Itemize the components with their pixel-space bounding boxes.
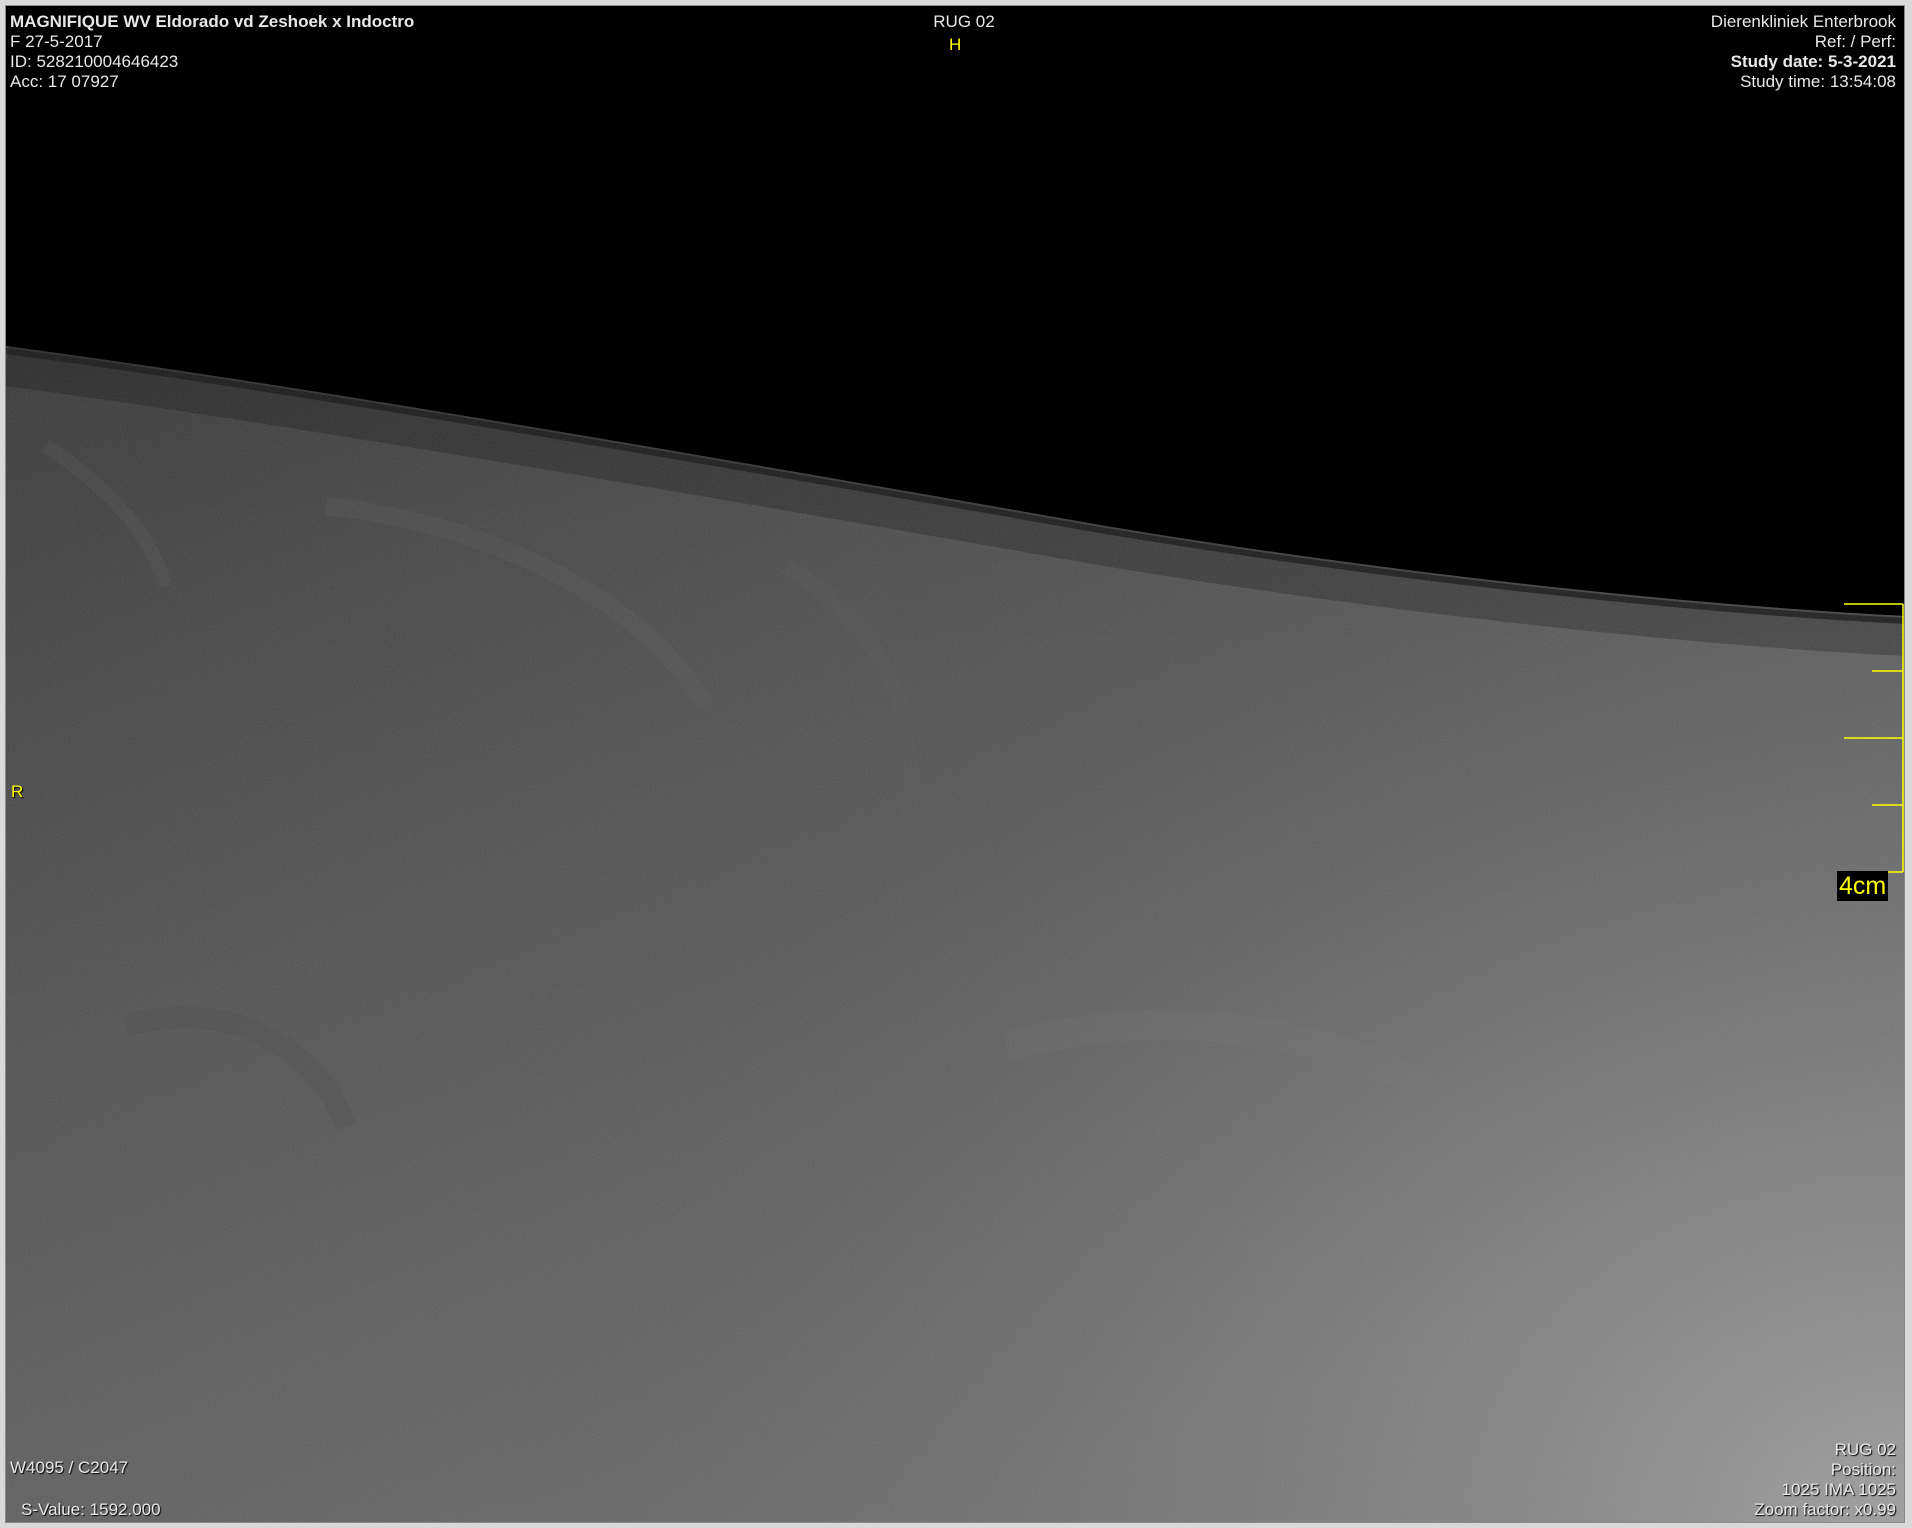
orientation-marker-left: R: [11, 782, 24, 801]
study-date: Study date: 5-3-2021: [1730, 52, 1896, 71]
image-index: 1025 IMA 1025: [1781, 1480, 1896, 1499]
patient-id: ID: 528210004646423: [10, 52, 179, 71]
patient-info-overlay: MAGNIFIQUE WV Eldorado vd Zeshoek x Indo…: [10, 12, 414, 92]
scale-ruler: [1844, 603, 1904, 873]
patient-name: MAGNIFIQUE WV Eldorado vd Zeshoek x Indo…: [10, 12, 415, 31]
institution-name: Dierenkliniek Enterbrook: [1710, 12, 1896, 31]
series-overlay-top: RUG 02: [924, 12, 1004, 32]
scale-label: 4cm: [1837, 871, 1889, 901]
patient-sex-dob: F 27-5-2017: [10, 32, 103, 51]
image-info-overlay: RUG 02 Position: 1025 IMA 1025 Zoom fact…: [1754, 1440, 1896, 1520]
position-label: Position:: [1830, 1460, 1896, 1479]
series-description-bottom: RUG 02: [1834, 1440, 1896, 1459]
series-description: RUG 02: [933, 12, 995, 31]
xray-image[interactable]: [6, 6, 1905, 1523]
ref-perf: Ref: / Perf:: [1814, 32, 1896, 51]
s-value: S-Value: 1592.000: [21, 1500, 161, 1519]
accession-number: Acc: 17 07927: [10, 72, 119, 91]
window-level: W4095 / C2047: [10, 1458, 129, 1477]
zoom-factor: Zoom factor: x0.99: [1754, 1500, 1896, 1519]
image-viewport[interactable]: MAGNIFIQUE WV Eldorado vd Zeshoek x Indo…: [5, 5, 1905, 1523]
study-time: Study time: 13:54:08: [1740, 72, 1896, 91]
study-info-overlay: Dierenkliniek Enterbrook Ref: / Perf: St…: [1711, 12, 1896, 92]
orientation-marker-top: H: [949, 35, 962, 54]
